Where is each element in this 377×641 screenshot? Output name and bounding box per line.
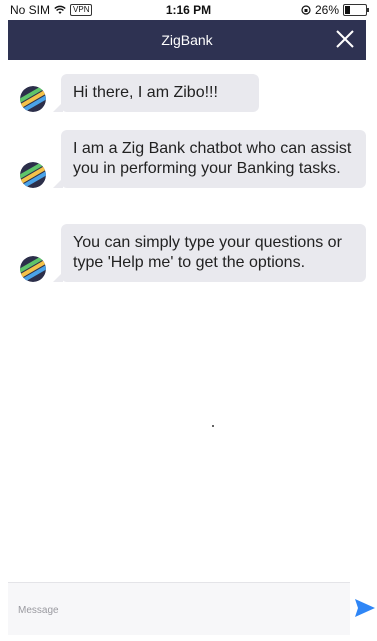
- list-item: I am a Zig Bank chatbot who can assist y…: [20, 130, 366, 188]
- list-item: You can simply type your questions or ty…: [20, 224, 366, 282]
- status-bar: No SIM VPN 1:16 PM 26%: [4, 0, 373, 20]
- message-input[interactable]: [16, 599, 340, 621]
- bot-message-bubble: Hi there, I am Zibo!!!: [53, 74, 259, 112]
- bot-avatar-icon: [20, 256, 46, 282]
- loading-dot: [212, 425, 214, 427]
- app-screen: No SIM VPN 1:16 PM 26% ZigBank Hi there,…: [4, 0, 376, 641]
- header-bar: ZigBank: [8, 20, 366, 60]
- battery-icon: [343, 4, 369, 16]
- page-title: ZigBank: [161, 32, 213, 48]
- battery-percent: 26%: [314, 3, 339, 17]
- close-icon[interactable]: [332, 26, 358, 52]
- send-icon[interactable]: [354, 598, 376, 618]
- orientation-lock-icon: [301, 5, 311, 15]
- list-item: Hi there, I am Zibo!!!: [20, 74, 259, 112]
- bot-message-bubble: I am a Zig Bank chatbot who can assist y…: [53, 130, 366, 188]
- bot-avatar-icon: [20, 162, 46, 188]
- message-text: You can simply type your questions or ty…: [73, 234, 342, 271]
- message-text: I am a Zig Bank chatbot who can assist y…: [73, 140, 352, 177]
- status-right: 26%: [301, 3, 369, 17]
- bot-message-bubble: You can simply type your questions or ty…: [53, 224, 366, 282]
- message-text: Hi there, I am Zibo!!!: [73, 84, 218, 101]
- message-composer: [8, 582, 350, 635]
- bot-avatar-icon: [20, 86, 46, 112]
- battery-fill: [345, 6, 351, 14]
